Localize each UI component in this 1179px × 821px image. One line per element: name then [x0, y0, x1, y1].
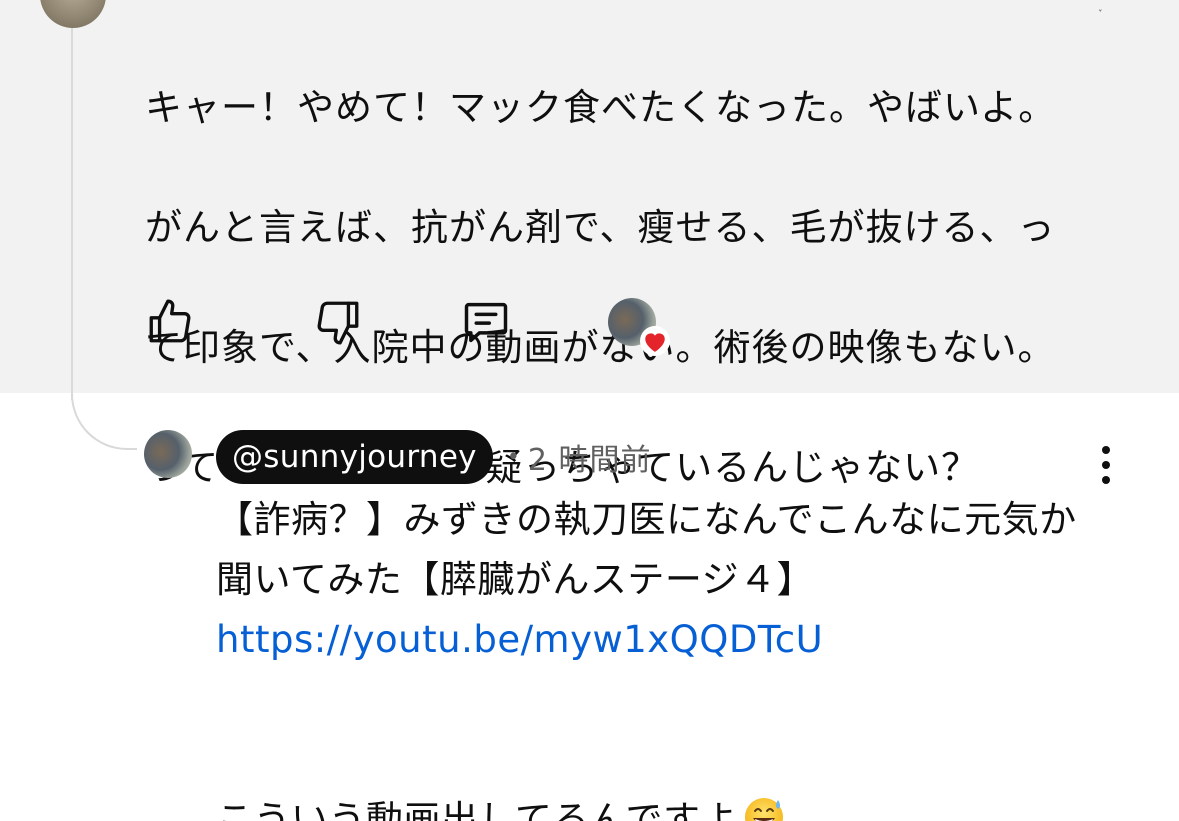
like-button[interactable] [140, 290, 200, 354]
comment-reply-icon [464, 302, 508, 343]
creator-avatar [608, 298, 670, 356]
grinning-face-with-sweat-emoji [745, 798, 784, 821]
comment-action-bar [140, 290, 740, 356]
author-handle-pill[interactable]: @sunnyjourney [216, 430, 493, 484]
creator-heart-icon [640, 326, 670, 356]
more-indicator-icon: ˯ [1098, 0, 1103, 13]
reply-comment-text: 【詐病？】みずきの執刀医になんでこんなに元気か 聞いてみた【膵臓がんステージ４】… [216, 490, 1146, 821]
parent-comment-line: キャー！やめて！マック食べたくなった。やばいよ。 [145, 86, 1057, 129]
reply-author-avatar[interactable] [144, 430, 192, 478]
reply-text-line-with-emoji: こういう動画出してるんですよ [216, 790, 1146, 821]
thread-connector-line [71, 28, 73, 400]
highlighted-comment: ˯ キャー！やめて！マック食べたくなった。やばいよ。 がんと言えば、抗がん剤で、… [0, 0, 1179, 489]
reply-text-line: 聞いてみた【膵臓がんステージ４】 [216, 558, 815, 601]
more-vertical-icon [1102, 476, 1110, 484]
creator-heart-badge [602, 290, 670, 356]
thumbs-up-icon [149, 299, 191, 343]
reply-timestamp: 2 時間前 [527, 443, 652, 478]
reply-text-line: 【詐病？】みずきの執刀医になんでこんなに元気か [216, 498, 1077, 541]
reply-button[interactable] [456, 290, 516, 354]
more-options-button[interactable] [1090, 440, 1122, 490]
comment-thread: ˯ キャー！やめて！マック食べたくなった。やばいよ。 がんと言えば、抗がん剤で、… [0, 0, 1179, 821]
more-vertical-icon [1102, 446, 1110, 454]
separator-dot: • [506, 444, 520, 470]
thread-connector-curve [71, 380, 137, 450]
video-link[interactable]: https://youtu.be/myw1xQQDTcU [216, 610, 1146, 670]
parent-commenter-avatar[interactable] [40, 0, 106, 28]
dislike-button[interactable] [308, 290, 368, 354]
thumbs-down-icon [317, 301, 359, 345]
more-vertical-icon [1102, 461, 1110, 469]
parent-comment-line: がんと言えば、抗がん剤で、瘦せる、毛が抜ける、っ [145, 206, 1056, 249]
reply-text-line: こういう動画出してるんですよ [216, 798, 739, 821]
reply-header: @sunnyjourney • 2 時間前 [216, 430, 651, 484]
